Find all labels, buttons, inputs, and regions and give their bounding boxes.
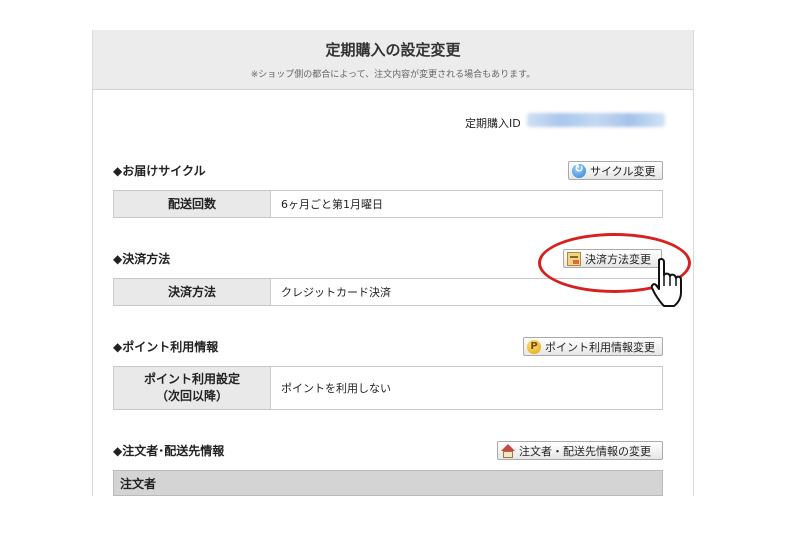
change-orderer-label: 注文者・配送先情報の変更 xyxy=(519,444,651,458)
payment-method-label: 決済方法 xyxy=(114,279,271,305)
change-cycle-button[interactable]: サイクル変更 xyxy=(568,161,663,180)
change-points-button[interactable]: ポイント利用情報変更 xyxy=(523,337,663,356)
subscription-id-label: 定期購入ID xyxy=(465,117,521,130)
delivery-count-label: 配送回数 xyxy=(114,191,271,217)
refresh-icon xyxy=(572,162,586,178)
points-setting-label: ポイント利用設定 （次回以降） xyxy=(114,367,271,409)
points-setting-label-line1: ポイント利用設定 xyxy=(143,372,240,386)
points-setting-value: ポイントを利用しない xyxy=(281,382,391,395)
payment-heading: ◆決済方法 xyxy=(113,252,171,266)
change-orderer-button[interactable]: 注文者・配送先情報の変更 xyxy=(497,441,663,460)
page-note: ※ショップ側の都合によって、注文内容が変更される場合もあります。 xyxy=(250,70,536,80)
points-table: ポイント利用設定 （次回以降） ポイントを利用しない xyxy=(113,366,663,410)
points-heading: ◆ポイント利用情報 xyxy=(113,340,219,354)
point-coin-icon xyxy=(527,339,541,354)
page-title: 定期購入の設定変更 xyxy=(325,41,461,59)
orderer-subheader: 注文者 xyxy=(113,470,663,496)
points-setting-label-line2: （次回以降） xyxy=(155,389,228,403)
house-icon xyxy=(501,443,515,458)
delivery-cycle-heading: ◆お届けサイクル xyxy=(113,164,206,178)
delivery-cycle-table: 配送回数 6ヶ月ごと第1月曜日 xyxy=(113,190,663,218)
change-cycle-label: サイクル変更 xyxy=(590,164,656,178)
hand-cursor-icon xyxy=(650,258,682,307)
orderer-heading: ◆注文者･配送先情報 xyxy=(113,444,225,458)
subscription-id-value-redacted xyxy=(527,113,665,127)
change-points-label: ポイント利用情報変更 xyxy=(545,340,655,354)
page-header: 定期購入の設定変更 ※ショップ側の都合によって、注文内容が変更される場合もありま… xyxy=(93,30,693,90)
delivery-count-value: 6ヶ月ごと第1月曜日 xyxy=(281,198,383,211)
